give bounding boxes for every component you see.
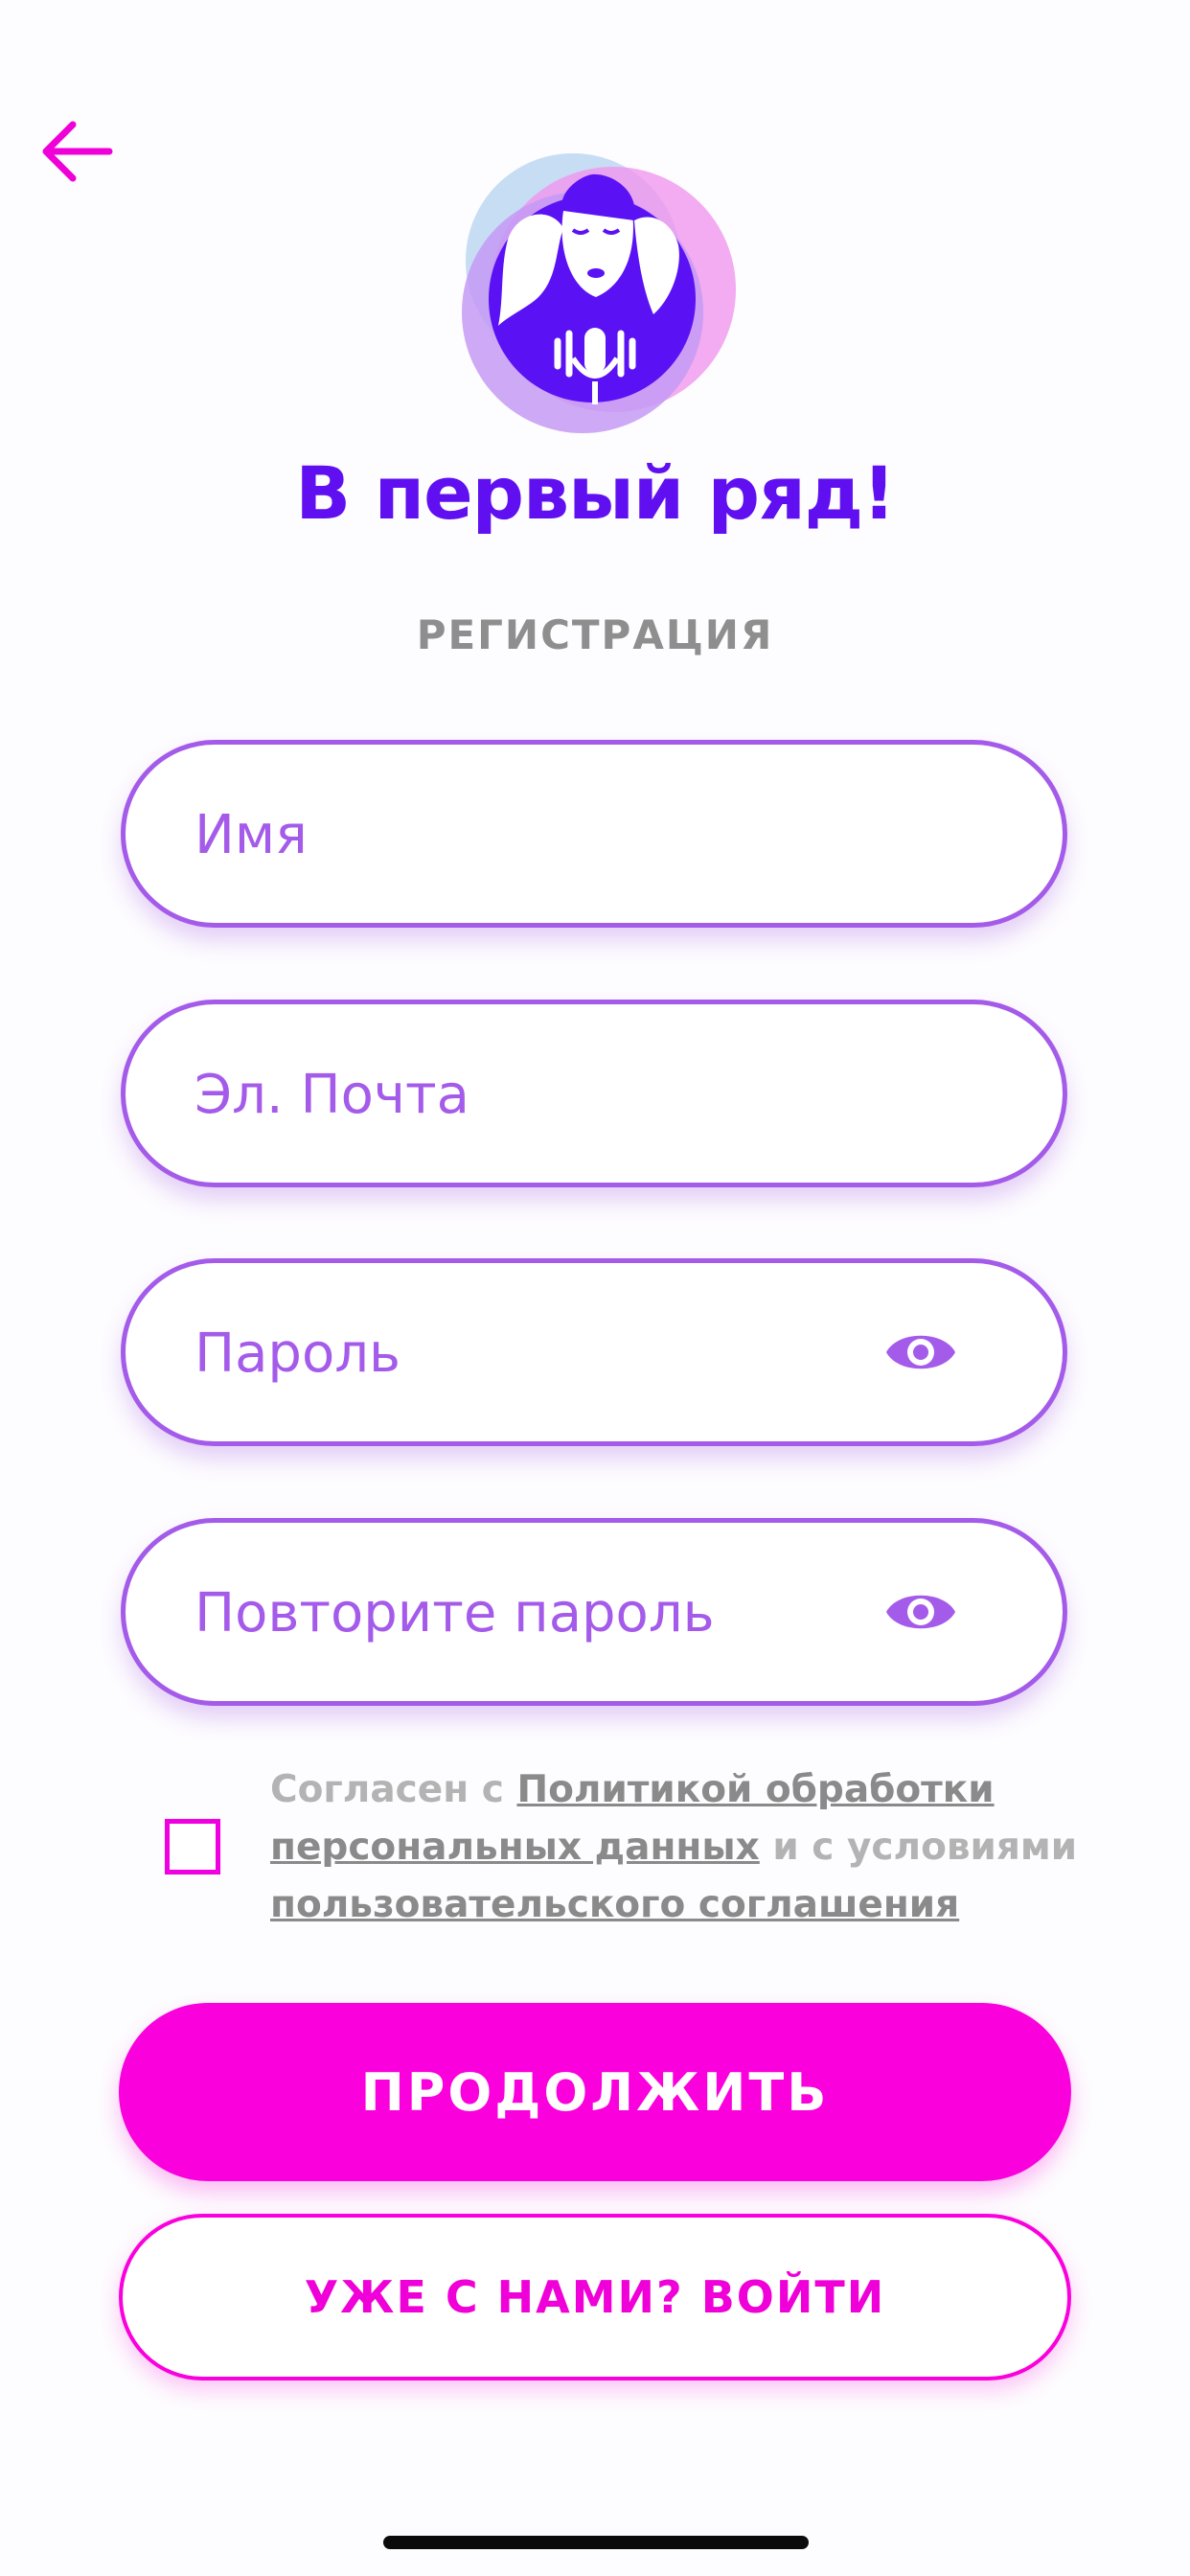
- arrow-left-icon: [42, 121, 113, 182]
- continue-button[interactable]: ПРОДОЛЖИТЬ: [119, 2003, 1071, 2181]
- consent-text-part-2: и с условиями: [759, 1826, 1078, 1869]
- show-repeat-password-button[interactable]: [884, 1582, 957, 1642]
- singers-microphone-logo: [462, 153, 736, 433]
- eye-icon: [886, 1595, 955, 1629]
- home-indicator: [383, 2536, 809, 2549]
- repeat-password-input[interactable]: [193, 1523, 925, 1703]
- email-field[interactable]: [121, 1000, 1067, 1187]
- eye-icon: [886, 1335, 955, 1369]
- password-field[interactable]: [121, 1258, 1067, 1446]
- name-field[interactable]: [121, 740, 1067, 928]
- app-name: В первый ряд!: [295, 450, 896, 536]
- back-button[interactable]: [38, 117, 115, 186]
- consent-text: Согласен с Политикой обработки персональ…: [270, 1761, 1094, 1934]
- show-password-button[interactable]: [884, 1322, 957, 1382]
- consent-checkbox[interactable]: [165, 1819, 220, 1874]
- page-title: РЕГИСТРАЦИЯ: [416, 611, 774, 658]
- name-input[interactable]: [193, 745, 925, 925]
- email-input[interactable]: [193, 1004, 925, 1184]
- consent-text-part-1: Согласен с: [270, 1768, 517, 1811]
- repeat-password-field[interactable]: [121, 1518, 1067, 1706]
- app-logo: [450, 153, 738, 441]
- password-input[interactable]: [193, 1263, 925, 1443]
- user-agreement-link[interactable]: пользовательского соглашения: [270, 1883, 959, 1926]
- login-button[interactable]: УЖЕ С НАМИ? ВОЙТИ: [119, 2214, 1071, 2380]
